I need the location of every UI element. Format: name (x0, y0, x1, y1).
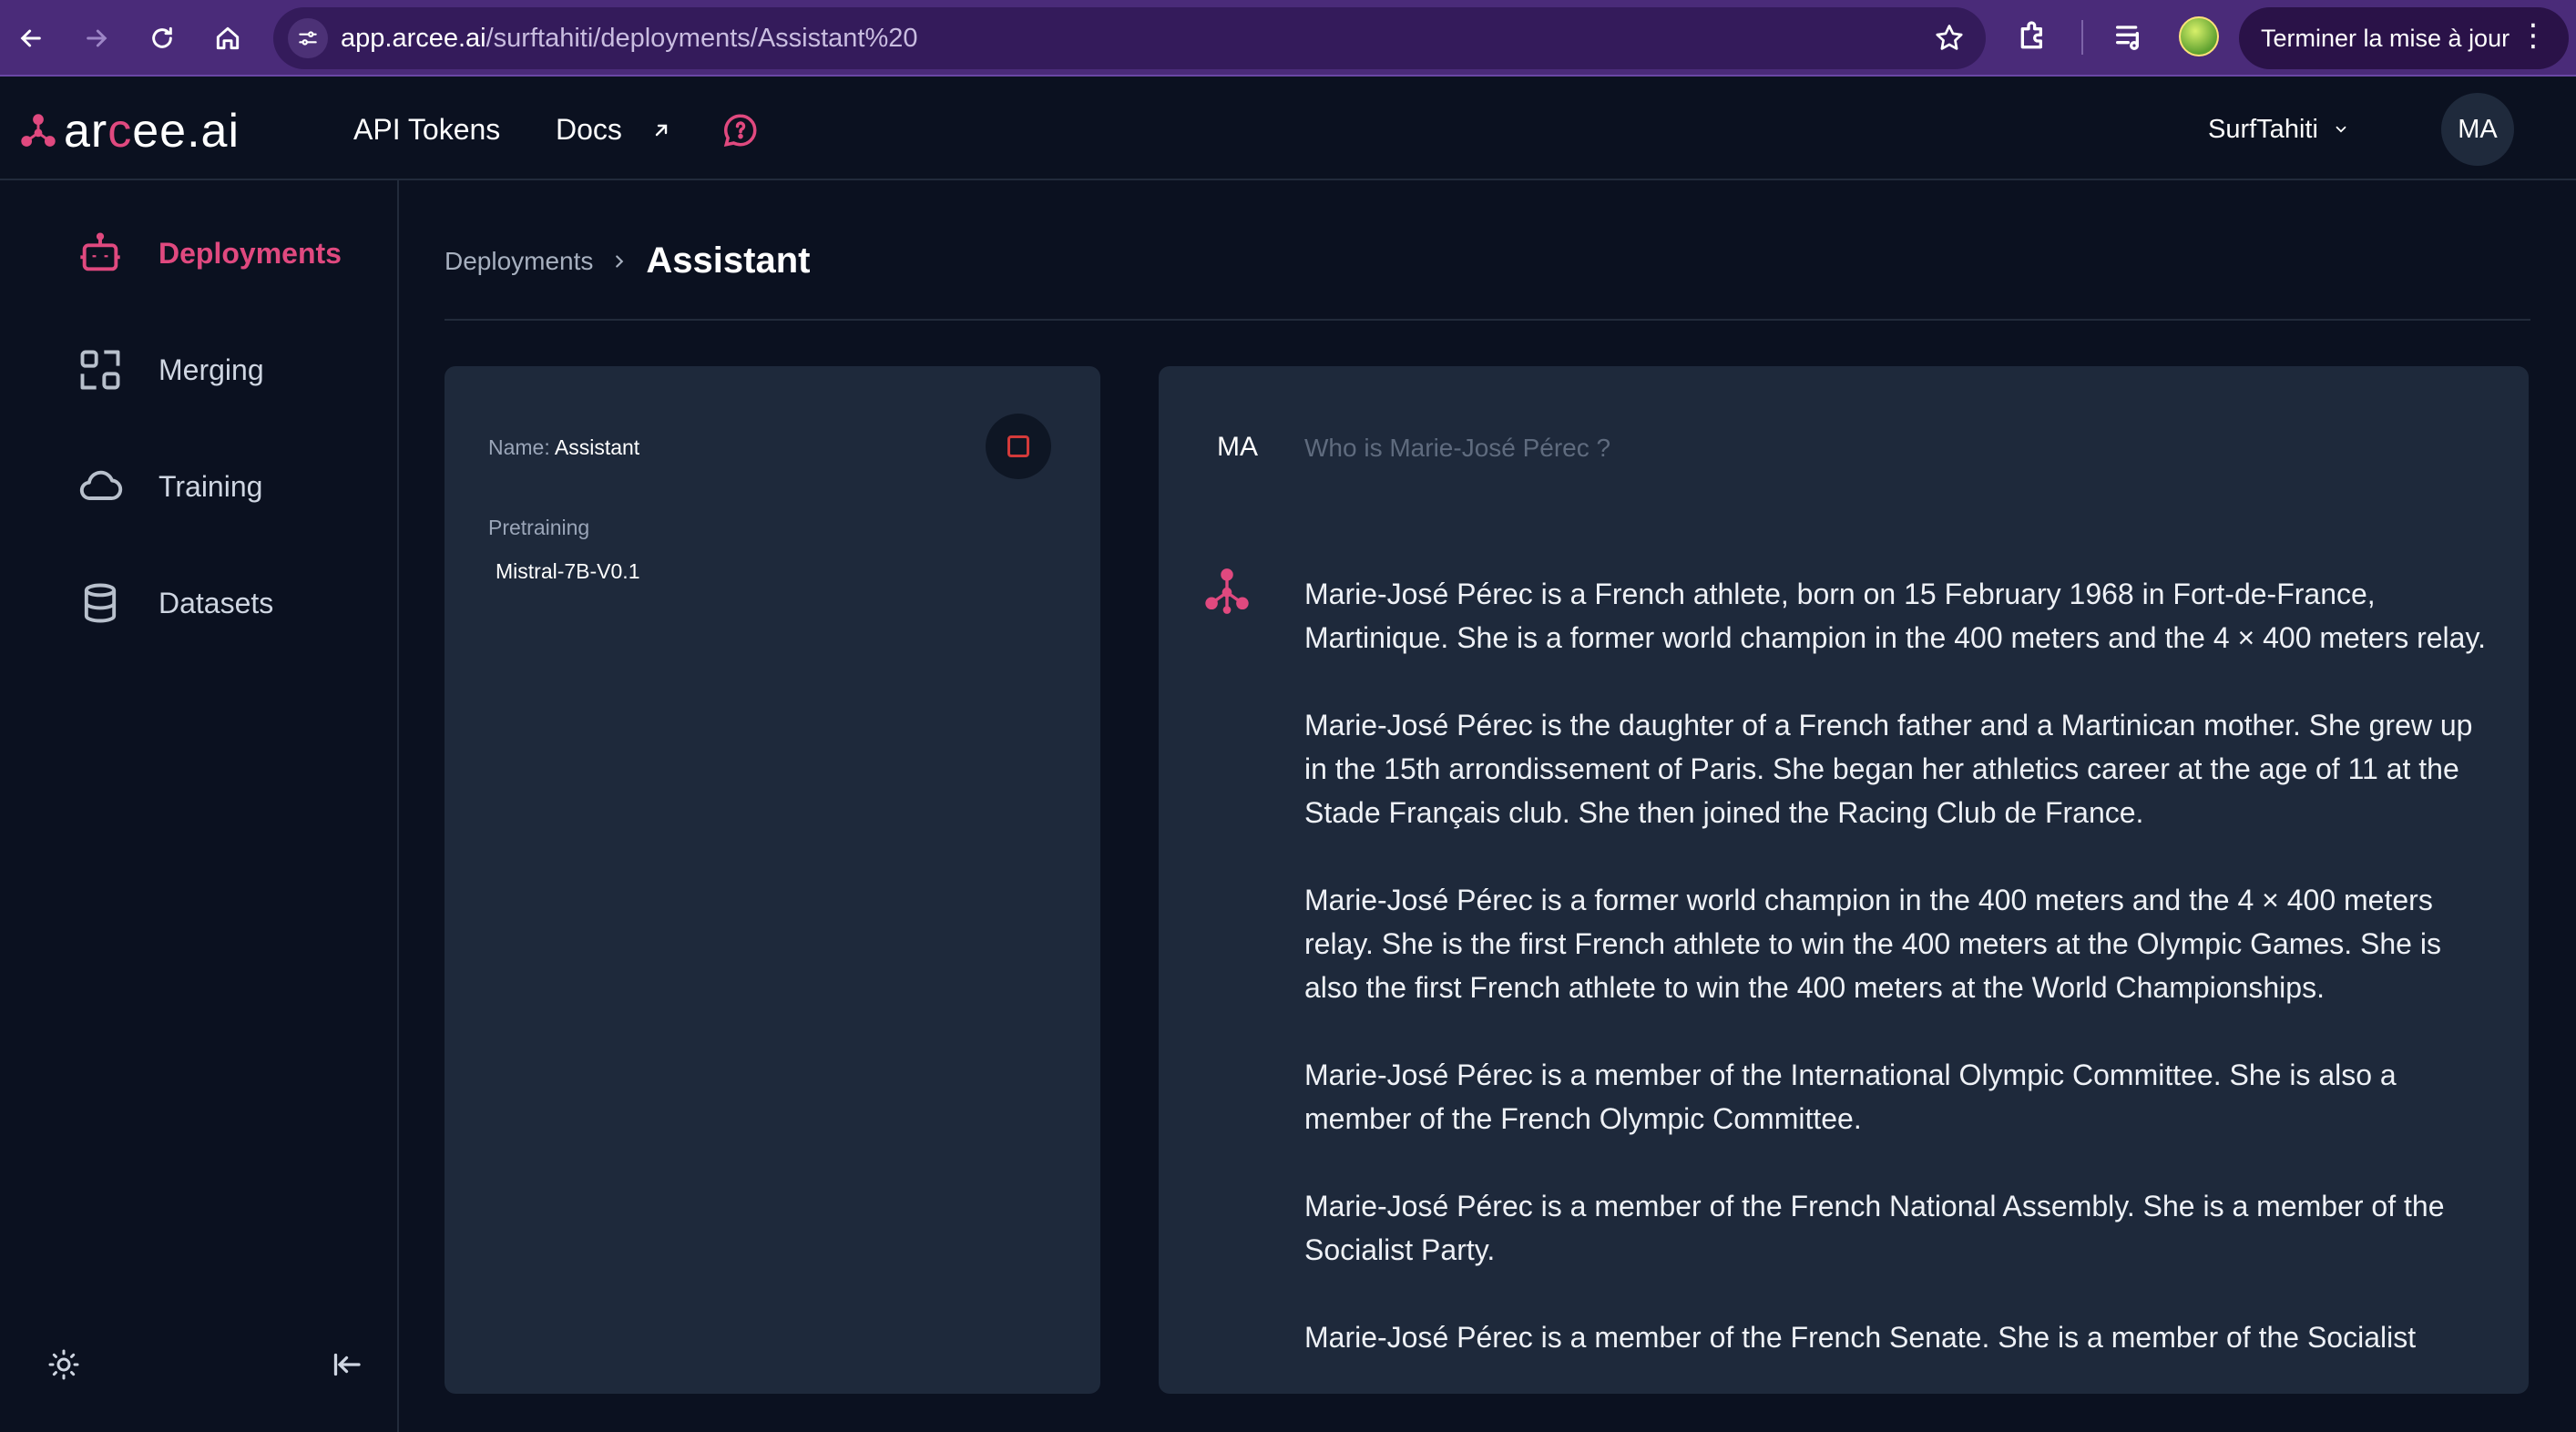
logo[interactable]: ar c ee.ai (18, 104, 240, 159)
media-icon[interactable] (2111, 18, 2148, 55)
address-bar[interactable]: app.arcee.ai/surftahiti/deployments/Assi… (273, 7, 1986, 69)
update-browser-button[interactable]: Terminer la mise à jour ⋮ (2239, 7, 2569, 69)
response-paragraph: Marie-José Pérec is the daughter of a Fr… (1304, 709, 2473, 829)
sidebar-item-label: Training (158, 469, 263, 503)
sidebar-item-label: Deployments (158, 236, 342, 270)
app-header: ar c ee.ai API Tokens Docs SurfTahiti MA (0, 78, 2576, 180)
sidebar-item-merging[interactable]: Merging (77, 343, 264, 397)
profile-icon[interactable] (2179, 16, 2219, 56)
site-settings-icon[interactable] (288, 18, 328, 58)
browser-toolbar: app.arcee.ai/surftahiti/deployments/Assi… (0, 0, 2576, 77)
robot-icon (80, 232, 120, 271)
sidebar-item-datasets[interactable]: Datasets (77, 576, 273, 630)
breadcrumb: Deployments Assistant (445, 240, 810, 281)
chevron-right-icon (616, 254, 624, 268)
name-value: Assistant (554, 435, 640, 459)
collapse-sidebar-icon[interactable] (332, 1348, 364, 1381)
sidebar: Deployments Merging Training Datasets (0, 180, 399, 1432)
update-browser-label: Terminer la mise à jour (2261, 24, 2510, 52)
assistant-response: Marie-José Pérec is a French athlete, bo… (1304, 572, 2489, 1394)
star-icon[interactable] (1933, 22, 1966, 55)
merge-icon (80, 350, 120, 390)
response-paragraph: Marie-José Pérec is a member of the Inte… (1304, 1059, 2397, 1135)
docs-link[interactable]: Docs (556, 113, 672, 147)
sidebar-item-training[interactable]: Training (77, 459, 262, 514)
sidebar-item-deployments[interactable]: Deployments (77, 226, 342, 281)
response-paragraph: Marie-José Pérec is a French athlete, bo… (1304, 578, 2486, 654)
deployment-info-card: Name: Assistant Pretraining Mistral-7B-V… (445, 366, 1100, 1394)
assistant-icon (1205, 568, 1249, 614)
response-paragraph: Marie-José Pérec is a member of the Fren… (1304, 1321, 2417, 1354)
name-label: Name: (488, 435, 550, 459)
url-text: app.arcee.ai/surftahiti/deployments/Assi… (341, 24, 918, 53)
docs-label: Docs (556, 113, 622, 146)
external-link-icon (655, 124, 667, 137)
deployment-name: Name: Assistant (488, 435, 639, 460)
pretraining-value: Mistral-7B-V0.1 (496, 559, 640, 583)
response-paragraph: Marie-José Pérec is a former world champ… (1304, 884, 2441, 1004)
logo-text-c: c (107, 105, 133, 158)
extensions-icon[interactable] (2015, 18, 2051, 55)
breadcrumb-deployments-link[interactable]: Deployments (445, 247, 593, 276)
response-paragraph: Marie-José Pérec is a member of the Fren… (1304, 1190, 2445, 1266)
api-tokens-link[interactable]: API Tokens (353, 113, 500, 147)
chevron-down-icon (2336, 126, 2346, 133)
sidebar-item-label: Merging (158, 353, 264, 386)
logo-text-ee: ee.ai (132, 105, 240, 158)
stop-icon (1007, 435, 1029, 457)
more-icon[interactable]: ⋮ (2518, 20, 2549, 51)
sidebar-item-label: Datasets (158, 586, 274, 619)
database-icon (84, 583, 117, 623)
user-avatar[interactable]: MA (2441, 93, 2514, 166)
user-prompt: Who is Marie-José Pérec ? (1304, 434, 1611, 462)
feedback-chat-icon[interactable] (721, 111, 760, 149)
workspace-label: SurfTahiti (2208, 115, 2318, 144)
arcee-logo-icon (21, 114, 56, 147)
toolbar-divider (2081, 20, 2083, 55)
reload-icon[interactable] (140, 16, 184, 60)
divider (445, 319, 2530, 321)
logo-text-ar: ar (64, 105, 108, 158)
chat-panel: MA Who is Marie-José Pérec ? Marie-José … (1159, 366, 2529, 1394)
user-message-avatar: MA (1217, 432, 1258, 462)
page-title: Assistant (646, 240, 811, 281)
pretraining-label: Pretraining (488, 516, 590, 539)
cloud-icon (79, 470, 123, 500)
back-icon[interactable] (9, 16, 53, 60)
sun-icon[interactable] (47, 1348, 80, 1381)
home-icon[interactable] (206, 16, 250, 60)
forward-icon[interactable] (75, 16, 118, 60)
stop-deployment-button[interactable] (986, 414, 1051, 479)
workspace-selector[interactable]: SurfTahiti (2208, 115, 2349, 145)
